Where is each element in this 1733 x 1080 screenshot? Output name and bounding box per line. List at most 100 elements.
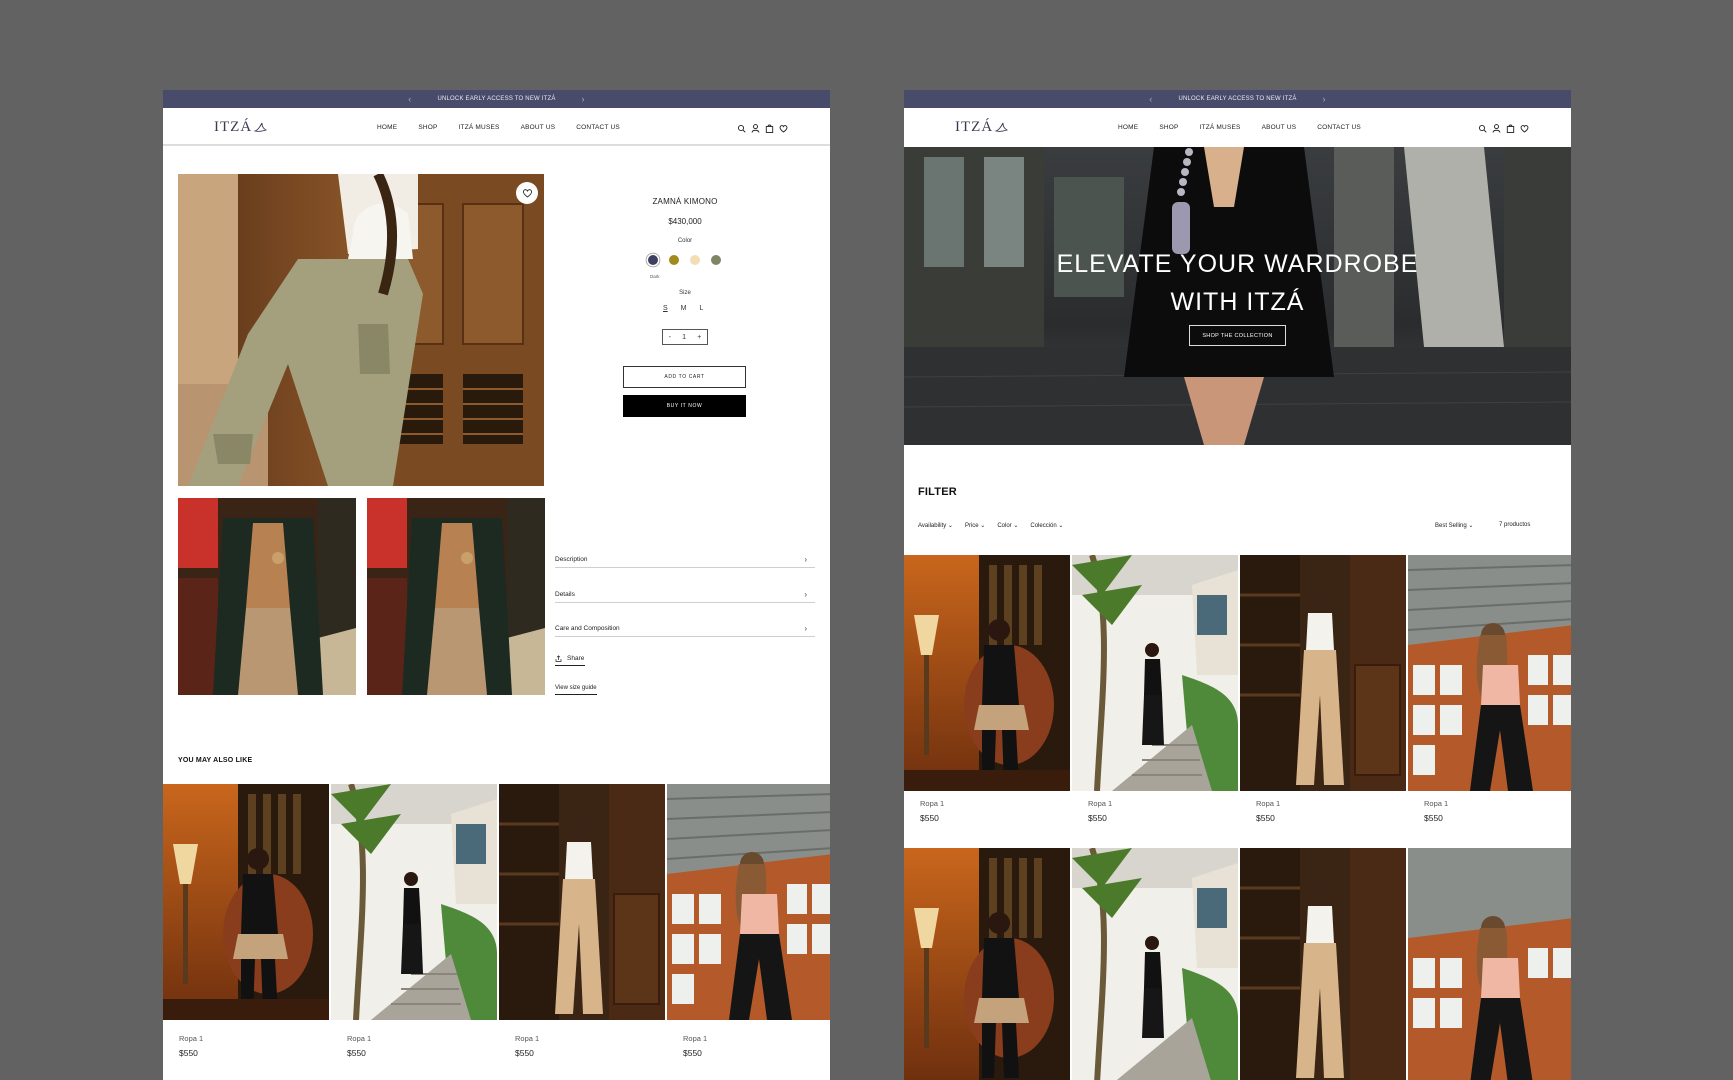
product-main-image[interactable]	[178, 174, 544, 486]
accordion-care-composition[interactable]: Care and Composition ›	[555, 621, 815, 637]
bag-icon[interactable]	[1506, 121, 1515, 133]
quantity-increase-button[interactable]: +	[697, 334, 701, 341]
product-card[interactable]	[1408, 848, 1571, 1080]
accordion-description[interactable]: Description ›	[555, 552, 815, 568]
product-card-price: $550	[683, 1048, 702, 1058]
announcement-text[interactable]: UNLOCK EARLY ACCESS TO NEW ITZÁ	[904, 96, 1571, 102]
nav-contact-us[interactable]: CONTACT US	[576, 124, 620, 131]
product-card-image[interactable]	[1408, 555, 1571, 791]
product-count: 7 productos	[1499, 522, 1531, 528]
chevron-down-icon: ⌄	[1468, 523, 1474, 529]
bag-icon[interactable]	[765, 121, 774, 133]
header-icons	[1478, 121, 1529, 133]
product-thumbnail[interactable]	[178, 498, 356, 695]
product-card[interactable]	[904, 848, 1070, 1080]
product-card-name[interactable]: Ropa 1	[515, 1034, 539, 1043]
logo[interactable]: ITZÁ	[955, 119, 1009, 136]
heart-icon	[522, 189, 532, 198]
filter-price[interactable]: Price ⌄	[965, 522, 985, 529]
announcement-text[interactable]: UNLOCK EARLY ACCESS TO NEW ITZÁ	[163, 96, 830, 102]
shop-collection-button[interactable]: SHOP THE COLLECTION	[1189, 325, 1286, 346]
product-card[interactable]: Ropa 1 $550	[1408, 555, 1571, 823]
product-card-image[interactable]	[499, 784, 665, 1020]
filter-label: Colección	[1030, 523, 1057, 529]
product-card-name[interactable]: Ropa 1	[683, 1034, 707, 1043]
size-option-l[interactable]: L	[700, 305, 704, 312]
product-card[interactable]	[1072, 848, 1238, 1080]
logo[interactable]: ITZÁ	[214, 119, 268, 136]
color-swatch[interactable]	[711, 255, 721, 265]
shop-products-grid-row1: Ropa 1 $550 Ropa 1 $550 Ropa 1 $550 Ropa…	[904, 555, 1571, 823]
heart-icon[interactable]	[1520, 121, 1529, 133]
user-icon[interactable]	[1492, 121, 1501, 133]
add-to-cart-button[interactable]: ADD TO CART	[623, 366, 746, 388]
share-button[interactable]: Share	[555, 655, 585, 666]
wishlist-button[interactable]	[516, 182, 538, 204]
product-card-image[interactable]	[1072, 555, 1238, 791]
product-card-image[interactable]	[1240, 848, 1406, 1080]
product-card[interactable]: Ropa 1 $550	[904, 555, 1070, 823]
product-card[interactable]	[1240, 848, 1406, 1080]
nav-shop[interactable]: SHOP	[1159, 124, 1178, 131]
filter-title: FILTER	[918, 486, 957, 498]
size-options: S M L	[663, 305, 703, 312]
product-card-image[interactable]	[667, 784, 830, 1020]
size-guide-link[interactable]: View size guide	[555, 685, 597, 695]
share-icon	[555, 655, 562, 662]
accordion-details[interactable]: Details ›	[555, 587, 815, 603]
product-card-image[interactable]	[163, 784, 329, 1020]
nav-shop[interactable]: SHOP	[418, 124, 437, 131]
product-card-name[interactable]: Ropa 1	[347, 1034, 371, 1043]
product-card-name[interactable]: Ropa 1	[1424, 799, 1448, 808]
product-thumbnail[interactable]	[367, 498, 545, 695]
product-card-image[interactable]	[904, 848, 1070, 1080]
product-card-image[interactable]	[331, 784, 497, 1020]
nav-home[interactable]: HOME	[377, 124, 397, 131]
product-card[interactable]: Ropa 1 $550	[1072, 555, 1238, 823]
product-card[interactable]: Ropa 1 $550	[667, 784, 830, 1058]
search-icon[interactable]	[737, 121, 746, 133]
nav-contact-us[interactable]: CONTACT US	[1317, 124, 1361, 131]
color-swatch[interactable]	[690, 255, 700, 265]
announcement-bar: ‹ › UNLOCK EARLY ACCESS TO NEW ITZÁ	[163, 90, 830, 108]
product-card-image[interactable]	[904, 555, 1070, 791]
search-icon[interactable]	[1478, 121, 1487, 133]
product-card[interactable]: Ropa 1 $550	[331, 784, 497, 1058]
logo-text: ITZÁ	[214, 119, 253, 135]
related-products-grid: Ropa 1 $550 Ropa 1 $550 Ropa 1 $550 Ropa…	[163, 784, 830, 1058]
product-card-price: $550	[920, 813, 939, 823]
product-card-price: $550	[1424, 813, 1443, 823]
nav-itza-muses[interactable]: ITZÁ MUSES	[1200, 124, 1241, 131]
logo-bird-icon	[253, 122, 268, 132]
hero-banner: ELEVATE YOUR WARDROBE WITH ITZÁ SHOP THE…	[904, 147, 1571, 445]
product-price: $430,000	[668, 217, 702, 226]
nav-home[interactable]: HOME	[1118, 124, 1138, 131]
quantity-decrease-button[interactable]: -	[669, 334, 671, 341]
product-card-image[interactable]	[1240, 555, 1406, 791]
sort-select[interactable]: Best Selling ⌄	[1435, 522, 1473, 529]
filter-availability[interactable]: Availability ⌄	[918, 522, 953, 529]
product-card-name[interactable]: Ropa 1	[1088, 799, 1112, 808]
filter-color[interactable]: Color ⌄	[997, 522, 1018, 529]
product-card-name[interactable]: Ropa 1	[179, 1034, 203, 1043]
size-option-m[interactable]: M	[681, 305, 687, 312]
logo-bird-icon	[994, 122, 1009, 132]
nav-about-us[interactable]: ABOUT US	[521, 124, 556, 131]
product-card-name[interactable]: Ropa 1	[920, 799, 944, 808]
product-card-image[interactable]	[1072, 848, 1238, 1080]
nav-about-us[interactable]: ABOUT US	[1262, 124, 1297, 131]
buy-now-button[interactable]: BUY IT NOW	[623, 395, 746, 417]
quantity-value[interactable]: 1	[682, 334, 686, 341]
color-swatch[interactable]	[648, 255, 658, 265]
color-swatch[interactable]	[669, 255, 679, 265]
product-card[interactable]: Ropa 1 $550	[499, 784, 665, 1058]
nav-itza-muses[interactable]: ITZÁ MUSES	[459, 124, 500, 131]
heart-icon[interactable]	[779, 121, 788, 133]
size-option-s[interactable]: S	[663, 305, 668, 312]
filter-coleccion[interactable]: Colección ⌄	[1030, 522, 1063, 529]
product-card[interactable]: Ropa 1 $550	[1240, 555, 1406, 823]
user-icon[interactable]	[751, 121, 760, 133]
product-card-name[interactable]: Ropa 1	[1256, 799, 1280, 808]
product-card-image[interactable]	[1408, 848, 1571, 1080]
product-card[interactable]: Ropa 1 $550	[163, 784, 329, 1058]
